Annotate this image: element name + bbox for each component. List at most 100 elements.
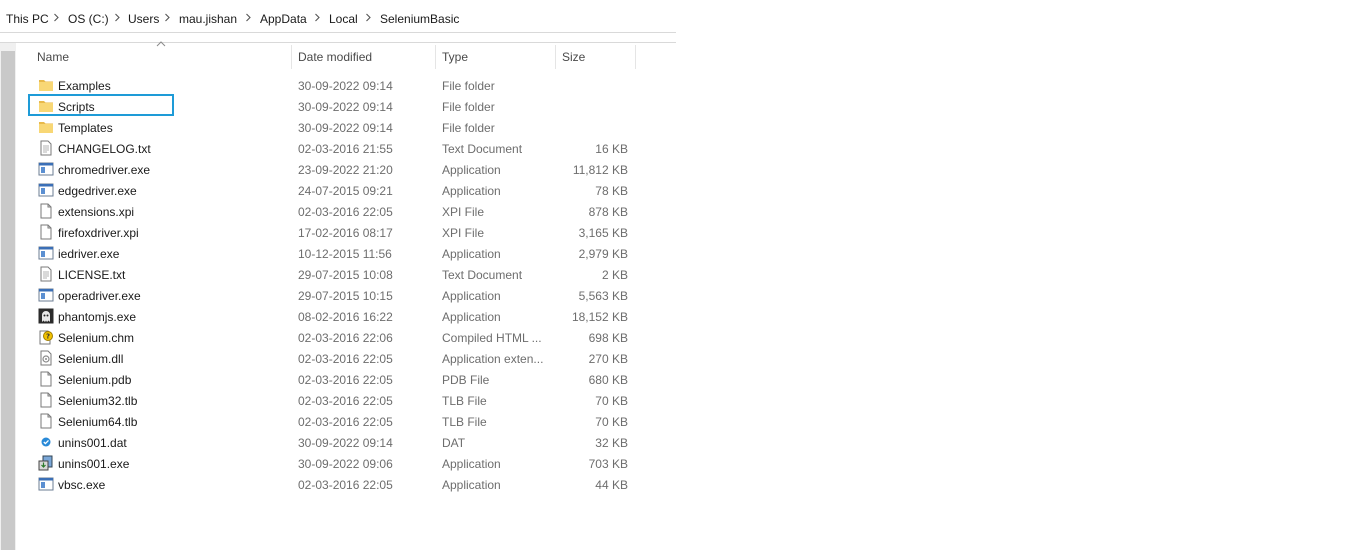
file-name: phantomjs.exe <box>58 310 137 324</box>
file-size: 878 KB <box>588 205 628 219</box>
file-type: TLB File <box>442 394 487 408</box>
file-date-modified: 02-03-2016 22:05 <box>298 394 393 408</box>
chevron-right-icon[interactable] <box>314 13 321 22</box>
breadcrumb-item[interactable]: Users <box>128 12 159 26</box>
file-date-modified: 29-07-2015 10:15 <box>298 289 393 303</box>
chevron-right-icon[interactable] <box>245 13 252 22</box>
column-header-size[interactable]: Size <box>562 50 585 64</box>
list-item[interactable]: ? Selenium.chm 02-03-2016 22:06 Compiled HT… <box>30 327 635 348</box>
list-item[interactable]: edgedriver.exe 24-07-2015 09:21 Applicatio… <box>30 180 635 201</box>
breadcrumb[interactable]: This PC OS (C:) Users mau.jishan AppData Loca… <box>0 5 676 33</box>
file-name: unins001.exe <box>58 457 130 471</box>
file-date-modified: 30-09-2022 09:14 <box>298 436 393 450</box>
file-date-modified: 02-03-2016 21:55 <box>298 142 393 156</box>
breadcrumb-item[interactable]: mau.jishan <box>179 12 237 26</box>
navigation-pane-scrollbar[interactable] <box>0 43 16 550</box>
file-date-modified: 02-03-2016 22:05 <box>298 373 393 387</box>
file-date-modified: 23-09-2022 21:20 <box>298 163 393 177</box>
blank-file-icon <box>38 413 54 429</box>
file-name: LICENSE.txt <box>58 268 126 282</box>
file-name: firefoxdriver.xpi <box>58 226 139 240</box>
dll-file-icon <box>38 350 54 366</box>
list-item[interactable]: phantomjs.exe 08-02-2016 16:22 Application… <box>30 306 635 327</box>
scrollbar-thumb[interactable] <box>1 51 15 550</box>
file-date-modified: 17-02-2016 08:17 <box>298 226 393 240</box>
chevron-right-icon[interactable] <box>164 13 171 22</box>
column-divider[interactable] <box>291 45 292 69</box>
column-header-name[interactable]: Name <box>37 50 69 64</box>
text-file-icon <box>38 140 54 156</box>
file-size: 680 KB <box>588 373 628 387</box>
file-name: extensions.xpi <box>58 205 135 219</box>
file-date-modified: 02-03-2016 22:05 <box>298 415 393 429</box>
file-name: Templates <box>58 121 113 135</box>
blank-file-icon <box>38 371 54 387</box>
list-item[interactable]: Selenium32.tlb 02-03-2016 22:05 TLB File 70… <box>30 390 635 411</box>
chevron-right-icon[interactable] <box>53 13 60 22</box>
list-item[interactable]: extensions.xpi 02-03-2016 22:05 XPI File 87… <box>30 201 635 222</box>
file-size: 44 KB <box>595 478 628 492</box>
file-type: DAT <box>442 436 466 450</box>
list-item[interactable]: Selenium.dll 02-03-2016 22:05 Application … <box>30 348 635 369</box>
breadcrumb-item[interactable]: OS (C:) <box>68 12 109 26</box>
list-item[interactable]: LICENSE.txt 29-07-2015 10:08 Text Document… <box>30 264 635 285</box>
column-divider[interactable] <box>635 45 636 69</box>
file-date-modified: 08-02-2016 16:22 <box>298 310 393 324</box>
list-item[interactable]: firefoxdriver.xpi 17-02-2016 08:17 XPI Fil… <box>30 222 635 243</box>
column-header-date[interactable]: Date modified <box>298 50 372 64</box>
breadcrumb-item[interactable]: AppData <box>260 12 307 26</box>
file-size: 703 KB <box>588 457 628 471</box>
blank-file-icon <box>38 392 54 408</box>
breadcrumb-item[interactable]: This PC <box>6 12 49 26</box>
list-item[interactable]: CHANGELOG.txt 02-03-2016 21:55 Text Docume… <box>30 138 635 159</box>
chevron-right-icon[interactable] <box>365 13 372 22</box>
column-header-type[interactable]: Type <box>442 50 468 64</box>
file-name: Selenium32.tlb <box>58 394 138 408</box>
file-size: 32 KB <box>595 436 628 450</box>
file-size: 18,152 KB <box>571 310 628 324</box>
file-size: 70 KB <box>595 415 628 429</box>
breadcrumb-item[interactable]: SeleniumBasic <box>380 12 459 26</box>
file-type: Application <box>442 184 501 198</box>
column-divider[interactable] <box>555 45 556 69</box>
file-name: chromedriver.exe <box>58 163 151 177</box>
list-item[interactable]: Templates 30-09-2022 09:14 File folder <box>30 117 635 138</box>
list-item[interactable]: unins001.dat 30-09-2022 09:14 DAT 32 KB <box>30 432 635 453</box>
breadcrumb-item[interactable]: Local <box>329 12 358 26</box>
file-size: 270 KB <box>588 352 628 366</box>
file-date-modified: 29-07-2015 10:08 <box>298 268 393 282</box>
chevron-right-icon[interactable] <box>114 13 121 22</box>
list-item[interactable]: Selenium.pdb 02-03-2016 22:05 PDB File 680 … <box>30 369 635 390</box>
file-name: Examples <box>58 79 111 93</box>
list-item[interactable]: Examples 30-09-2022 09:14 File folder <box>30 75 635 96</box>
list-item[interactable]: unins001.exe 30-09-2022 09:06 Application 7… <box>30 453 635 474</box>
file-date-modified: 10-12-2015 11:56 <box>298 247 392 261</box>
file-size: 2 KB <box>601 268 628 282</box>
file-name: iedriver.exe <box>58 247 120 261</box>
file-date-modified: 02-03-2016 22:05 <box>298 478 393 492</box>
application-icon <box>38 182 54 198</box>
file-type: Compiled HTML ... <box>442 331 542 345</box>
list-item[interactable]: operadriver.exe 29-07-2015 10:15 Applicati… <box>30 285 635 306</box>
file-type: Application <box>442 457 501 471</box>
list-item[interactable]: vbsc.exe 02-03-2016 22:05 Application 44 KB <box>30 474 635 495</box>
application-icon <box>38 161 54 177</box>
file-size: 698 KB <box>588 331 628 345</box>
column-divider[interactable] <box>435 45 436 69</box>
sort-ascending-icon <box>156 41 166 47</box>
selection-highlight <box>28 94 174 116</box>
file-size: 3,165 KB <box>578 226 628 240</box>
file-name: operadriver.exe <box>58 289 141 303</box>
file-size: 2,979 KB <box>578 247 628 261</box>
file-size: 78 KB <box>595 184 628 198</box>
file-type: File folder <box>442 121 495 135</box>
file-size: 70 KB <box>595 394 628 408</box>
list-item[interactable]: iedriver.exe 10-12-2015 11:56 Application 2… <box>30 243 635 264</box>
file-type: Application <box>442 310 501 324</box>
file-date-modified: 24-07-2015 09:21 <box>298 184 393 198</box>
list-item[interactable]: Selenium64.tlb 02-03-2016 22:05 TLB File 70… <box>30 411 635 432</box>
list-item[interactable]: chromedriver.exe 23-09-2022 21:20 Applicat… <box>30 159 635 180</box>
file-size: 5,563 KB <box>578 289 628 303</box>
ghost-icon <box>38 308 54 324</box>
installer-icon <box>38 455 54 471</box>
